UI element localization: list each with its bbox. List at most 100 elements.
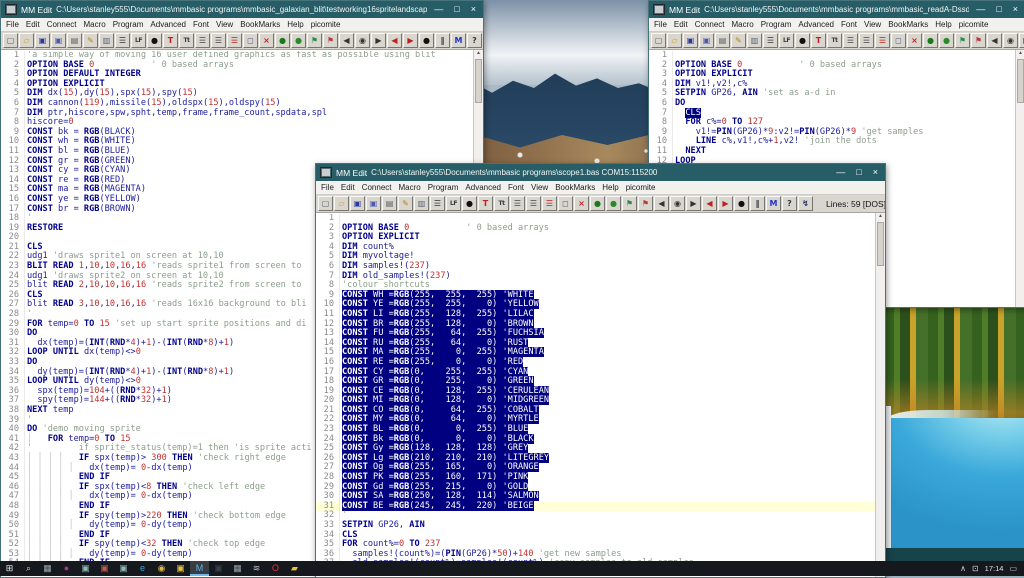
edit-pen-icon[interactable]: ✎ xyxy=(83,33,98,48)
arrow-left-icon[interactable]: ◀ xyxy=(654,196,669,211)
list-icon[interactable]: ☰ xyxy=(763,33,778,48)
code-line[interactable]: 33SETPIN GP26, AIN xyxy=(316,521,876,531)
open-file-icon[interactable]: ▱ xyxy=(334,196,349,211)
flag-red-icon[interactable]: ⚑ xyxy=(971,33,986,48)
tab-red-icon[interactable]: T xyxy=(163,33,178,48)
taskbar-app-8[interactable]: ▦ xyxy=(228,561,247,576)
comment-bubble-icon[interactable]: ◻ xyxy=(558,196,573,211)
text-size-icon[interactable]: Tt xyxy=(494,196,509,211)
delete-icon[interactable]: × xyxy=(574,196,589,211)
taskbar-app-edge[interactable]: e xyxy=(133,561,152,576)
menu-item-font[interactable]: Font xyxy=(508,183,524,192)
text-size-icon[interactable]: Tt xyxy=(179,33,194,48)
indent-red-icon[interactable]: ☰ xyxy=(875,33,890,48)
taskbar-app-5[interactable]: ▣ xyxy=(114,561,133,576)
vertical-scrollbar[interactable]: ▲ xyxy=(1015,50,1024,307)
forward-red-icon[interactable]: ▶ xyxy=(718,196,733,211)
taskbar-app-2[interactable]: ● xyxy=(57,561,76,576)
menu-item-advanced[interactable]: Advanced xyxy=(150,20,186,29)
arrow-right-icon[interactable]: ▶ xyxy=(1019,33,1024,48)
tray-chevron-icon[interactable]: ∧ xyxy=(960,564,966,573)
outdent-icon[interactable]: ☰ xyxy=(211,33,226,48)
forward-red-icon[interactable]: ▶ xyxy=(403,33,418,48)
scrollbar-thumb[interactable] xyxy=(877,222,884,266)
titlebar[interactable]: MM Edit C:\Users\stanley555\Documents\mm… xyxy=(316,164,885,181)
connect-green-icon[interactable]: ● xyxy=(923,33,938,48)
flag-green-icon[interactable]: ⚑ xyxy=(955,33,970,48)
titlebar[interactable]: MM Edit C:\Users\stanley555\Documents\mm… xyxy=(649,1,1024,18)
start-button[interactable]: ⊞ xyxy=(0,561,19,576)
network-icon[interactable]: ⊡ xyxy=(972,564,979,573)
mmedit-window-scope[interactable]: MM Edit C:\Users\stanley555\Documents\mm… xyxy=(315,163,886,578)
taskbar-app-6[interactable]: ▣ xyxy=(171,561,190,576)
save-icon[interactable]: ▣ xyxy=(350,196,365,211)
outdent-icon[interactable]: ☰ xyxy=(526,196,541,211)
open-file-icon[interactable]: ▱ xyxy=(19,33,34,48)
menu-item-picomite[interactable]: picomite xyxy=(626,183,656,192)
mmedit-m-icon[interactable]: M xyxy=(766,196,781,211)
new-file-icon[interactable]: ▢ xyxy=(318,196,333,211)
code-line[interactable]: 6DO xyxy=(649,99,1016,109)
menu-item-file[interactable]: File xyxy=(6,20,19,29)
save-icon[interactable]: ▣ xyxy=(683,33,698,48)
list-icon[interactable]: ☰ xyxy=(430,196,445,211)
run-icon[interactable]: ↯ xyxy=(798,196,813,211)
mmedit-m-icon[interactable]: M xyxy=(451,33,466,48)
pacman-icon[interactable]: ● xyxy=(419,33,434,48)
menu-item-bookmarks[interactable]: BookMarks xyxy=(555,183,595,192)
comment-bubble-icon[interactable]: ◻ xyxy=(243,33,258,48)
copy-icon[interactable]: ▥ xyxy=(99,33,114,48)
indent-icon[interactable]: ☰ xyxy=(510,196,525,211)
disconnect-green-icon[interactable]: ● xyxy=(291,33,306,48)
connect-green-icon[interactable]: ● xyxy=(590,196,605,211)
menu-item-connect[interactable]: Connect xyxy=(47,20,77,29)
new-file-icon[interactable]: ▢ xyxy=(3,33,18,48)
copy-icon[interactable]: ▥ xyxy=(747,33,762,48)
menu-item-program[interactable]: Program xyxy=(761,20,792,29)
new-file-icon[interactable]: ▢ xyxy=(651,33,666,48)
edit-pen-icon[interactable]: ✎ xyxy=(398,196,413,211)
copy-icon[interactable]: ▥ xyxy=(414,196,429,211)
minimize-button[interactable]: — xyxy=(976,5,985,14)
arrow-right-icon[interactable]: ▶ xyxy=(686,196,701,211)
maximize-button[interactable]: □ xyxy=(856,168,861,177)
menu-item-help[interactable]: Help xyxy=(602,183,618,192)
menu-item-edit[interactable]: Edit xyxy=(26,20,40,29)
print-icon[interactable]: ▤ xyxy=(382,196,397,211)
taskbar-app-explorer[interactable]: ▰ xyxy=(285,561,304,576)
indent-red-icon[interactable]: ☰ xyxy=(227,33,242,48)
scrollbar-thumb[interactable] xyxy=(475,59,482,103)
taskbar-app-7[interactable]: ▣ xyxy=(209,561,228,576)
menu-item-view[interactable]: View xyxy=(216,20,233,29)
arrow-left-icon[interactable]: ◀ xyxy=(339,33,354,48)
taskbar-app-chrome[interactable]: ◉ xyxy=(152,561,171,576)
columns-icon[interactable]: ‖ xyxy=(435,33,450,48)
indent-red-icon[interactable]: ☰ xyxy=(542,196,557,211)
menu-item-program[interactable]: Program xyxy=(428,183,459,192)
menu-item-help[interactable]: Help xyxy=(287,20,303,29)
minimize-button[interactable]: — xyxy=(836,168,845,177)
taskbar-app-mmedit[interactable]: M xyxy=(190,561,209,576)
connect-green-icon[interactable]: ● xyxy=(275,33,290,48)
menu-item-font[interactable]: Font xyxy=(841,20,857,29)
flag-red-icon[interactable]: ⚑ xyxy=(323,33,338,48)
comment-bubble-icon[interactable]: ◻ xyxy=(891,33,906,48)
menu-item-picomite[interactable]: picomite xyxy=(311,20,341,29)
minimize-button[interactable]: — xyxy=(434,5,443,14)
columns-icon[interactable]: ‖ xyxy=(750,196,765,211)
taskbar-app-4[interactable]: ▣ xyxy=(95,561,114,576)
menu-item-connect[interactable]: Connect xyxy=(695,20,725,29)
save-as-icon[interactable]: ▣ xyxy=(51,33,66,48)
menu-item-bookmarks[interactable]: BookMarks xyxy=(240,20,280,29)
lf-icon[interactable]: LF xyxy=(779,33,794,48)
vertical-scrollbar[interactable]: ▲ xyxy=(875,213,885,577)
tab-red-icon[interactable]: T xyxy=(811,33,826,48)
back-red-icon[interactable]: ◀ xyxy=(702,196,717,211)
taskbar-app-1[interactable]: ▦ xyxy=(38,561,57,576)
code-editor[interactable]: 12OPTION BASE 0 ' 0 based arrays3OPTION … xyxy=(316,212,885,577)
taskbar-app-opera[interactable]: O xyxy=(266,561,285,576)
flag-green-icon[interactable]: ⚑ xyxy=(622,196,637,211)
open-file-icon[interactable]: ▱ xyxy=(667,33,682,48)
menu-item-edit[interactable]: Edit xyxy=(341,183,355,192)
taskbar-app-9[interactable]: ≋ xyxy=(247,561,266,576)
